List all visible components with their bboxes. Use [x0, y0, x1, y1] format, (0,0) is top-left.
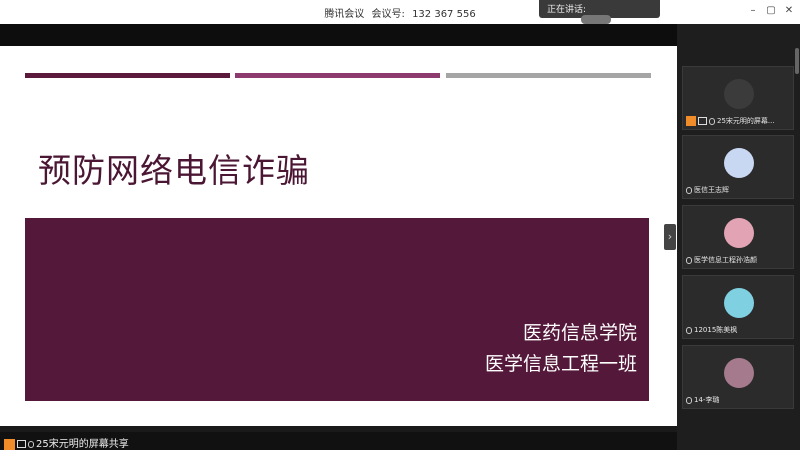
speaking-label: 正在讲话: [547, 5, 587, 15]
host-icon [686, 116, 696, 126]
participant-tile[interactable]: 12015陈美枫 [682, 275, 794, 339]
avatar [724, 218, 754, 248]
close-button[interactable]: ✕ [782, 5, 796, 16]
participant-label: 医信王志辉 [686, 185, 729, 195]
participant-tile[interactable]: 25宋元明的屏幕... [682, 66, 794, 130]
mic-icon [686, 186, 692, 194]
meeting-id[interactable]: 132 367 556 [412, 9, 476, 20]
participant-name: 12015陈美枫 [694, 326, 738, 334]
share-status: 25宋元明的屏幕共享 [4, 435, 129, 450]
slide-accent-bar [235, 73, 440, 78]
participant-tile[interactable]: 14-李璐 [682, 345, 794, 409]
participant-tile[interactable]: 医信王志辉 [682, 135, 794, 199]
avatar [724, 358, 754, 388]
speaking-indicator: 正在讲话: [539, 0, 660, 24]
participant-name: 25宋元明的屏幕... [717, 117, 775, 125]
screen-share-icon [698, 117, 707, 125]
share-top-strip [0, 24, 677, 46]
participant-label: 医学信息工程孙浩颜 [686, 255, 757, 265]
mic-icon [28, 440, 34, 448]
slide-accent-bar [446, 73, 651, 78]
participant-tile[interactable]: 医学信息工程孙浩颜 [682, 205, 794, 269]
avatar [724, 79, 754, 109]
mic-icon [686, 256, 692, 264]
mic-icon [686, 326, 692, 334]
speaker-name-blur [581, 15, 611, 24]
chevron-right-icon[interactable]: › [664, 224, 676, 250]
minimize-button[interactable]: – [746, 5, 760, 16]
mic-icon [709, 117, 715, 125]
meeting-id-label: 会议号: [371, 9, 405, 20]
participant-label: 25宋元明的屏幕... [686, 116, 775, 126]
share-status-bar: 25宋元明的屏幕共享 [0, 432, 677, 450]
slide-subtitle-class: 医学信息工程一班 [484, 353, 637, 375]
avatar [724, 148, 754, 178]
share-status-label: 25宋元明的屏幕共享 [36, 439, 129, 450]
restore-button[interactable]: ▢ [764, 5, 778, 16]
host-icon [4, 438, 15, 450]
slide-accent-bar [25, 73, 230, 78]
title-bar: 腾讯会议 会议号: 132 367 556 – ▢ ✕ [0, 0, 800, 24]
mic-icon [686, 396, 692, 404]
participant-name: 医学信息工程孙浩颜 [694, 256, 757, 264]
participant-label: 14-李璐 [686, 395, 719, 405]
slide-subtitle-panel: 医药信息学院 医学信息工程一班 [25, 218, 649, 401]
shared-slide: 预防网络电信诈骗 医药信息学院 医学信息工程一班 [0, 46, 677, 426]
avatar [724, 288, 754, 318]
participant-name: 14-李璐 [694, 396, 720, 404]
participant-name: 医信王志辉 [694, 186, 729, 194]
slide-title: 预防网络电信诈骗 [38, 151, 310, 190]
slide-subtitle-college: 医药信息学院 [522, 322, 637, 344]
meeting-title: 腾讯会议 会议号: 132 367 556 [0, 5, 800, 20]
participant-scrollbar[interactable] [795, 48, 799, 74]
screen-share-icon [17, 440, 26, 448]
participant-label: 12015陈美枫 [686, 325, 737, 335]
app-name: 腾讯会议 [324, 9, 365, 20]
